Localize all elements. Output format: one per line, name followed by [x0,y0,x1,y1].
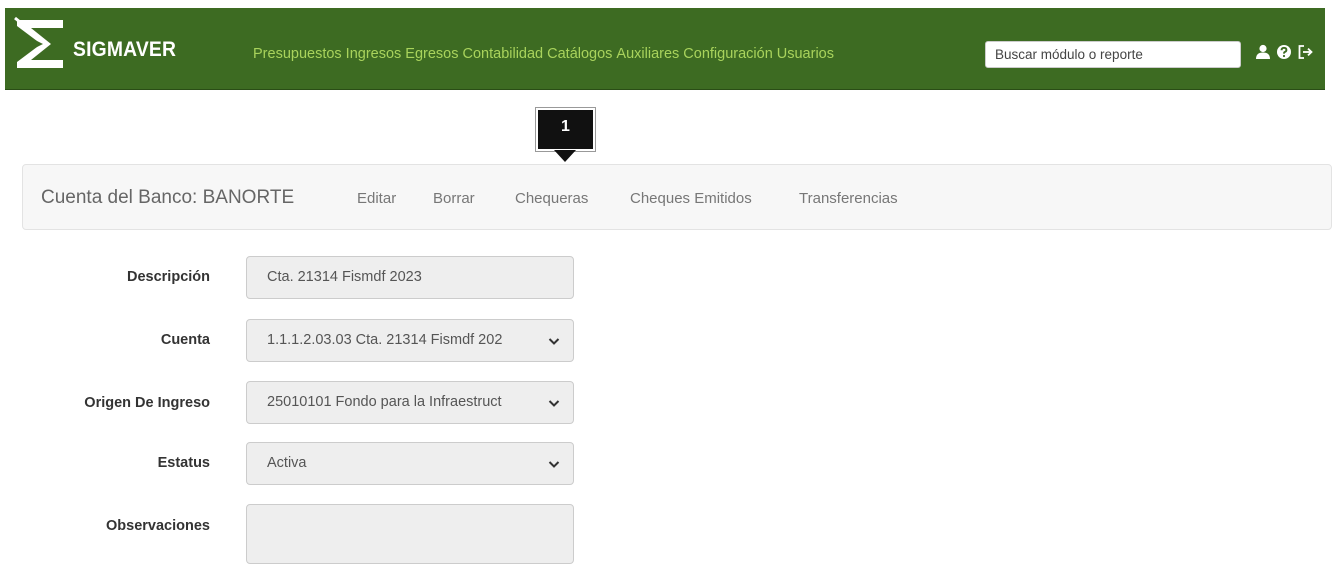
menu-usuarios[interactable]: Usuarios [777,46,834,62]
transfers-link[interactable]: Transferencias [799,190,898,207]
main-menu: Presupuestos Ingresos Egresos Contabilid… [253,46,838,62]
step-callout: 1 [536,108,595,162]
chevron-down-icon [548,461,560,468]
callout-number: 1 [561,118,570,135]
observaciones-label: Observaciones [106,518,210,534]
issued-checks-link[interactable]: Cheques Emitidos [630,190,752,207]
estatus-select-value: Activa [267,455,307,471]
menu-auxiliares[interactable]: Auxiliares [616,46,679,62]
subnav-title: Cuenta del Banco: BANORTE [41,187,295,208]
chevron-down-icon [548,338,560,345]
delete-link[interactable]: Borrar [433,190,475,207]
cuenta-label: Cuenta [160,332,210,348]
brand-name[interactable]: SIGMAVER [73,38,176,62]
menu-presupuestos[interactable]: Presupuestos [253,46,342,62]
brand-logo[interactable] [13,14,69,74]
top-navbar: SIGMAVER Presupuestos Ingresos Egresos C… [5,8,1325,90]
cuenta-select[interactable]: 1.1.1.2.03.03 Cta. 21314 Fismdf 202 [246,319,574,362]
menu-catalogos[interactable]: Catálogos [547,46,612,62]
origen-select-value: 25010101 Fondo para la Infraestruct [267,394,502,410]
origen-label: Origen De Ingreso [84,395,210,411]
menu-contabilidad[interactable]: Contabilidad [463,46,544,62]
nav-icons [1255,44,1315,60]
menu-ingresos[interactable]: Ingresos [346,46,402,62]
descripcion-label: Descripción [127,269,210,285]
estatus-select[interactable]: Activa [246,442,574,485]
account-subnav: Cuenta del Banco: BANORTE Editar Borrar … [22,164,1332,230]
edit-link[interactable]: Editar [357,190,396,207]
menu-configuracion[interactable]: Configuración [683,46,772,62]
observaciones-textarea[interactable] [246,504,574,564]
menu-egresos[interactable]: Egresos [405,46,458,62]
cuenta-select-value: 1.1.1.2.03.03 Cta. 21314 Fismdf 202 [267,332,503,348]
checkbooks-link[interactable]: Chequeras [515,190,588,207]
origen-select[interactable]: 25010101 Fondo para la Infraestruct [246,381,574,424]
descripcion-field[interactable]: Cta. 21314 Fismdf 2023 [246,256,574,299]
sigma-logo-icon [14,16,63,68]
estatus-label: Estatus [157,455,210,471]
logout-icon[interactable] [1297,44,1315,60]
search-input[interactable]: Buscar módulo o reporte [985,41,1241,68]
callout-arrow [554,150,576,162]
question-icon[interactable] [1276,44,1292,60]
user-icon[interactable] [1255,44,1271,60]
chevron-down-icon [548,400,560,407]
